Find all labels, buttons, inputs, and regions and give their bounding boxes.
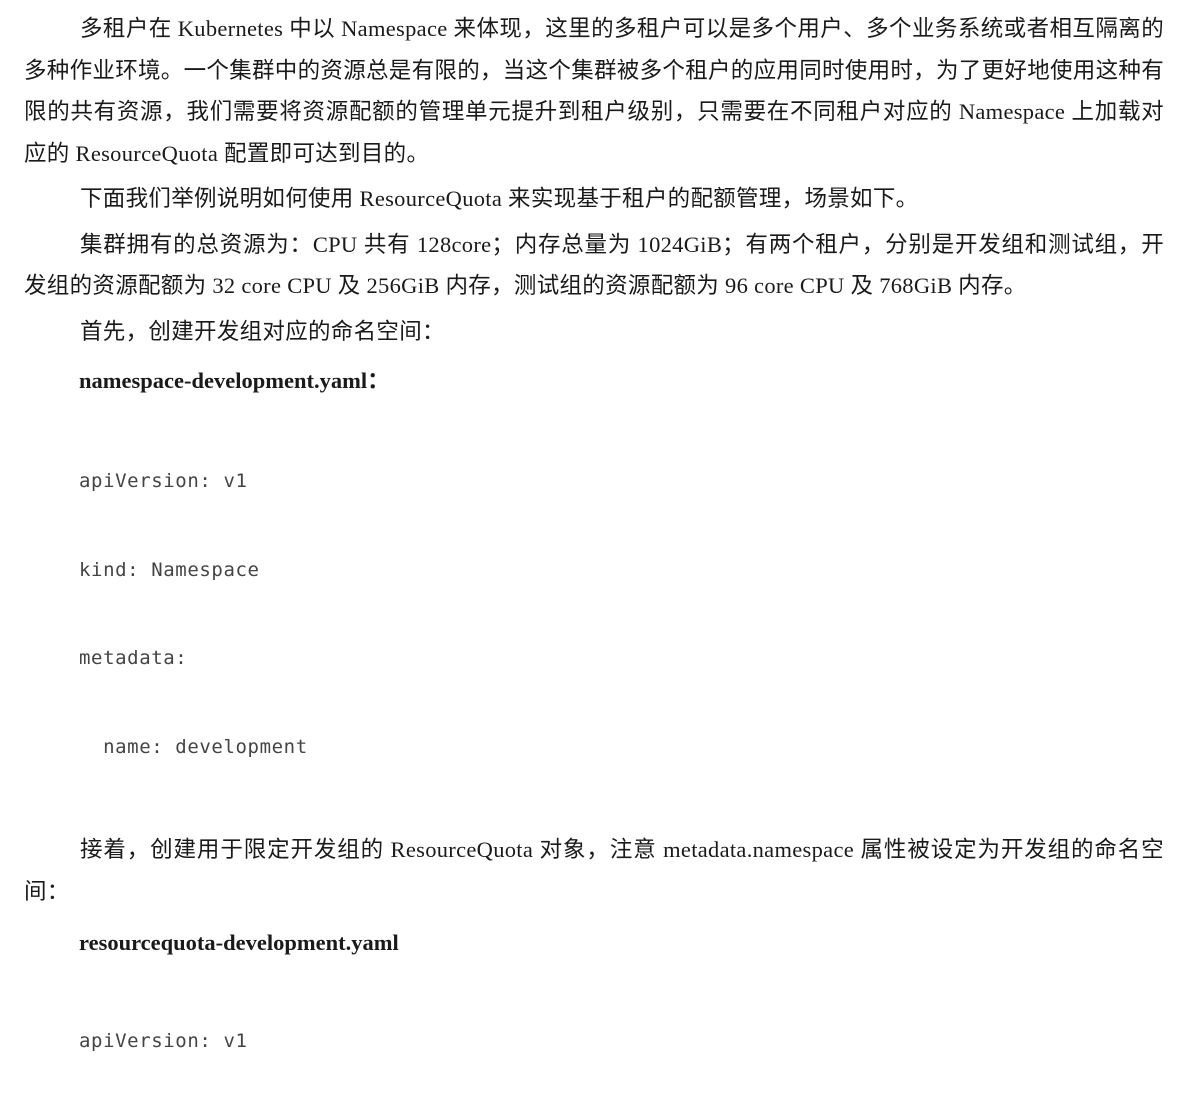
code-line: name: development	[79, 735, 308, 758]
code-line: apiVersion: v1	[79, 1030, 248, 1052]
code-block-resourcequota: apiVersion: v1	[79, 968, 1164, 1116]
paragraph-cluster-resources: 集群拥有的总资源为：CPU 共有 128core；内存总量为 1024GiB；有…	[24, 231, 1164, 299]
paragraph-multi-tenant-intro: 多租户在 Kubernetes 中以 Namespace 来体现，这里的多租户可…	[24, 16, 1165, 166]
code-line: kind: Namespace	[79, 558, 260, 581]
file-label-namespace-development: namespace-development.yaml：	[79, 368, 390, 393]
paragraph-create-namespace: 首先，创建开发组对应的命名空间：	[80, 318, 445, 344]
code-line: metadata:	[79, 647, 188, 669]
code-line: apiVersion: v1	[79, 470, 248, 492]
code-block-namespace: apiVersion: v1 kind: Namespace metadata:…	[79, 408, 1164, 821]
paragraph-example-intro: 下面我们举例说明如何使用 ResourceQuota 来实现基于租户的配额管理，…	[80, 186, 919, 211]
file-label-resourcequota-development: resourcequota-development.yaml	[79, 930, 399, 955]
paragraph-create-resourcequota: 接着，创建用于限定开发组的 ResourceQuota 对象，注意 metada…	[24, 837, 1164, 904]
document-page: 多租户在 Kubernetes 中以 Namespace 来体现，这里的多租户可…	[24, 8, 1164, 1116]
